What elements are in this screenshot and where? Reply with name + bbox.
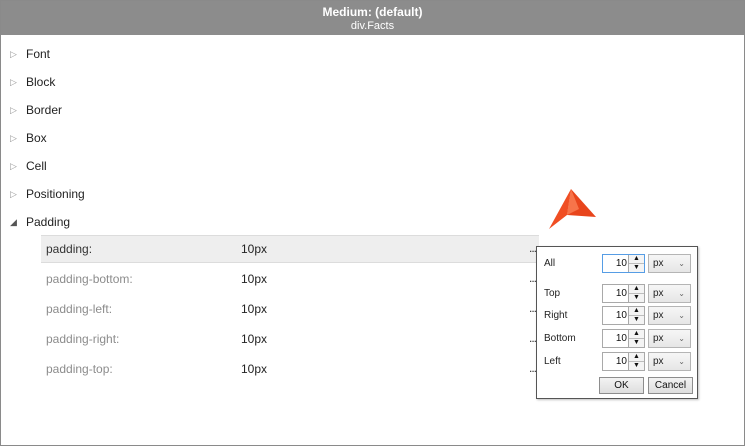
chevron-down-icon: ⌄	[678, 334, 685, 343]
category-label: Border	[26, 103, 63, 117]
category-padding[interactable]: ◢ Padding	[1, 212, 541, 232]
category-positioning[interactable]: ▷ Positioning	[1, 184, 541, 204]
stepper-value[interactable]: 10	[616, 333, 627, 345]
property-name: padding-bottom:	[46, 272, 133, 286]
property-value[interactable]: 10px	[241, 362, 267, 376]
property-row-padding-right[interactable]: padding-right: 10px ...	[41, 326, 539, 352]
property-value[interactable]: 10px	[241, 302, 267, 316]
stepper-value[interactable]: 10	[616, 310, 627, 322]
spin-down-icon[interactable]: ▼	[629, 316, 644, 324]
spin-up-icon[interactable]: ▲	[629, 307, 644, 316]
padding-bottom-stepper[interactable]: 10 ▲ ▼	[602, 329, 645, 348]
title-bar: Medium: (default) div.Facts	[1, 1, 744, 35]
spin-buttons[interactable]: ▲ ▼	[628, 255, 644, 272]
property-row-padding-top[interactable]: padding-top: 10px ...	[41, 356, 539, 382]
chevron-down-icon: ⌄	[678, 311, 685, 320]
ok-button[interactable]: OK	[599, 377, 644, 394]
spin-buttons[interactable]: ▲ ▼	[628, 330, 644, 347]
property-value[interactable]: 10px	[241, 332, 267, 346]
chevron-down-icon: ⌄	[678, 289, 685, 298]
padding-bottom-row: Bottom 10 ▲ ▼ px ⌄	[537, 329, 697, 349]
padding-all-row: All 10 ▲ ▼ px ⌄	[537, 254, 697, 274]
spin-up-icon[interactable]: ▲	[629, 285, 644, 294]
spin-up-icon[interactable]: ▲	[629, 330, 644, 339]
padding-right-label: Right	[544, 310, 568, 321]
spin-down-icon[interactable]: ▼	[629, 294, 644, 302]
spin-buttons[interactable]: ▲ ▼	[628, 285, 644, 302]
triangle-right-icon[interactable]: ▷	[10, 104, 17, 116]
property-value[interactable]: 10px	[241, 272, 267, 286]
unit-value: px	[653, 258, 664, 269]
property-row-padding-left[interactable]: padding-left: 10px ...	[41, 296, 539, 322]
window-subtitle: div.Facts	[350, 20, 395, 32]
spin-down-icon[interactable]: ▼	[629, 264, 644, 272]
more-button[interactable]: ...	[529, 361, 537, 375]
spin-down-icon[interactable]: ▼	[629, 339, 644, 347]
triangle-right-icon[interactable]: ▷	[10, 160, 17, 172]
stepper-value[interactable]: 10	[616, 356, 627, 368]
property-name: padding:	[46, 242, 93, 256]
category-label: Positioning	[26, 187, 85, 201]
category-cell[interactable]: ▷ Cell	[1, 156, 541, 176]
property-row-padding-bottom[interactable]: padding-bottom: 10px ...	[41, 266, 539, 292]
category-label: Padding	[26, 215, 71, 229]
unit-value: px	[653, 333, 664, 344]
stepper-value[interactable]: 10	[616, 258, 627, 270]
more-button[interactable]: ...	[529, 331, 537, 345]
category-border[interactable]: ▷ Border	[1, 100, 541, 120]
padding-left-unit-select[interactable]: px ⌄	[648, 352, 691, 371]
category-label: Block	[26, 75, 56, 89]
chevron-down-icon: ⌄	[678, 259, 685, 268]
mouse-pointer-icon	[549, 189, 596, 229]
triangle-right-icon[interactable]: ▷	[10, 132, 17, 144]
padding-all-unit-select[interactable]: px ⌄	[648, 254, 691, 273]
padding-bottom-label: Bottom	[544, 333, 576, 344]
property-value[interactable]: 10px	[241, 242, 267, 256]
padding-all-stepper[interactable]: 10 ▲ ▼	[602, 254, 645, 273]
cancel-button[interactable]: Cancel	[648, 377, 693, 394]
stepper-value[interactable]: 10	[616, 288, 627, 300]
chevron-down-icon: ⌄	[678, 357, 685, 366]
padding-top-stepper[interactable]: 10 ▲ ▼	[602, 284, 645, 303]
padding-all-label: All	[544, 258, 556, 269]
padding-right-unit-select[interactable]: px ⌄	[648, 306, 691, 325]
triangle-down-icon[interactable]: ◢	[10, 216, 17, 228]
padding-top-label: Top	[544, 288, 561, 299]
unit-value: px	[653, 356, 664, 367]
window-title: Medium: (default)	[322, 5, 423, 19]
padding-editor-popup: All 10 ▲ ▼ px ⌄ Top 10 ▲ ▼ px ⌄ Right 10…	[536, 246, 698, 399]
padding-left-row: Left 10 ▲ ▼ px ⌄	[537, 352, 697, 372]
more-button[interactable]: ...	[529, 271, 537, 285]
more-button[interactable]: ...	[529, 241, 537, 255]
category-label: Font	[26, 47, 51, 61]
padding-left-label: Left	[544, 356, 561, 367]
spin-buttons[interactable]: ▲ ▼	[628, 307, 644, 324]
triangle-right-icon[interactable]: ▷	[10, 76, 17, 88]
triangle-right-icon[interactable]: ▷	[10, 188, 17, 200]
padding-top-row: Top 10 ▲ ▼ px ⌄	[537, 284, 697, 304]
padding-right-row: Right 10 ▲ ▼ px ⌄	[537, 306, 697, 326]
property-name: padding-left:	[46, 302, 113, 316]
padding-right-stepper[interactable]: 10 ▲ ▼	[602, 306, 645, 325]
category-box[interactable]: ▷ Box	[1, 128, 541, 148]
triangle-right-icon[interactable]: ▷	[10, 48, 17, 60]
spin-up-icon[interactable]: ▲	[629, 353, 644, 362]
property-name: padding-top:	[46, 362, 113, 376]
category-font[interactable]: ▷ Font	[1, 44, 541, 64]
padding-bottom-unit-select[interactable]: px ⌄	[648, 329, 691, 348]
category-label: Box	[26, 131, 47, 145]
spin-up-icon[interactable]: ▲	[629, 255, 644, 264]
spin-buttons[interactable]: ▲ ▼	[628, 353, 644, 370]
property-name: padding-right:	[46, 332, 120, 346]
category-block[interactable]: ▷ Block	[1, 72, 541, 92]
property-row-padding[interactable]: padding: 10px ...	[41, 235, 539, 263]
unit-value: px	[653, 288, 664, 299]
padding-top-unit-select[interactable]: px ⌄	[648, 284, 691, 303]
spin-down-icon[interactable]: ▼	[629, 362, 644, 370]
category-label: Cell	[26, 159, 47, 173]
unit-value: px	[653, 310, 664, 321]
more-button[interactable]: ...	[529, 301, 537, 315]
padding-left-stepper[interactable]: 10 ▲ ▼	[602, 352, 645, 371]
